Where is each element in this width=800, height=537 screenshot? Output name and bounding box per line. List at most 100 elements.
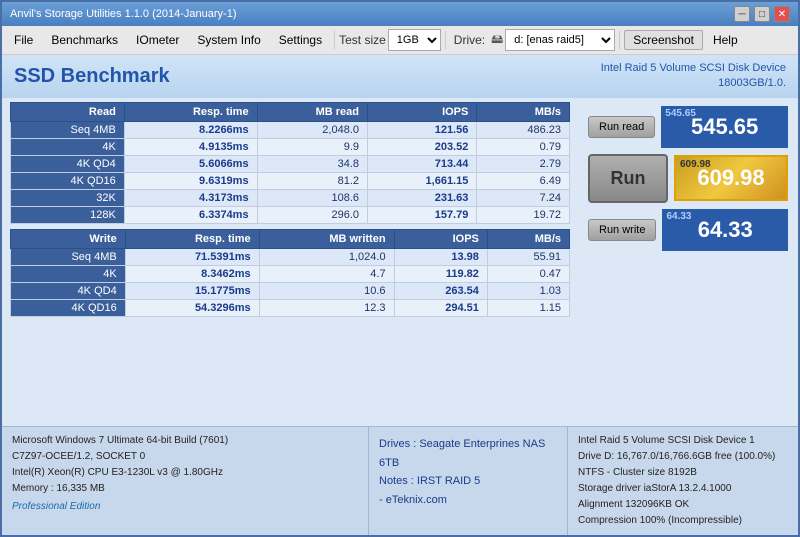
cell-value: 294.51 (394, 299, 487, 316)
drive-details: Intel Raid 5 Volume SCSI Disk Device 1 D… (568, 427, 798, 535)
drive-label: Drive: (450, 31, 489, 49)
table-row: 32K 4.3173ms 108.6 231.63 7.24 (11, 189, 570, 206)
table-row: 4K QD4 15.1775ms 10.6 263.54 1.03 (11, 282, 570, 299)
cell-value: 15.1775ms (125, 282, 259, 299)
cell-value: 7.24 (477, 189, 570, 206)
cell-value: 4.3173ms (124, 189, 257, 206)
cell-value: 55.91 (487, 248, 569, 265)
total-score-display: 609.98 609.98 (674, 155, 788, 201)
read-score-display: 545.65 545.65 (661, 106, 788, 148)
cell-value: 6.49 (477, 172, 570, 189)
run-write-button[interactable]: Run write (588, 219, 656, 241)
col-mbs-r: MB/s (477, 102, 570, 121)
cell-value: 1.03 (487, 282, 569, 299)
drive-icon: 🖴 (491, 30, 503, 51)
separator-3 (619, 31, 620, 49)
col-read: Read (11, 102, 125, 121)
cell-value: 486.23 (477, 121, 570, 138)
drive-detail-4: Storage driver iaStorA 13.2.4.1000 (578, 481, 788, 497)
content-area: SSD Benchmark Intel Raid 5 Volume SCSI D… (2, 55, 798, 535)
table-row: Seq 4MB 8.2266ms 2,048.0 121.56 486.23 (11, 121, 570, 138)
cell-value: 34.8 (257, 155, 367, 172)
cell-value: 713.44 (368, 155, 477, 172)
col-mb-written: MB written (259, 229, 394, 248)
row-label: 128K (11, 206, 125, 223)
cell-value: 12.3 (259, 299, 394, 316)
maximize-button[interactable]: □ (754, 6, 770, 22)
cell-value: 1.15 (487, 299, 569, 316)
cell-value: 54.3296ms (125, 299, 259, 316)
cell-value: 108.6 (257, 189, 367, 206)
row-label: 4K QD16 (11, 172, 125, 189)
device-line1: Intel Raid 5 Volume SCSI Disk Device (601, 61, 786, 76)
col-mbs-w: MB/s (487, 229, 569, 248)
sys-line3: Intel(R) Xeon(R) CPU E3-1230L v3 @ 1.80G… (12, 465, 358, 481)
menu-iometer[interactable]: IOmeter (128, 31, 187, 49)
cell-value: 9.6319ms (124, 172, 257, 189)
row-label: 4K (11, 265, 126, 282)
drive-detail-5: Alignment 132096KB OK (578, 497, 788, 513)
separator-1 (334, 31, 335, 49)
cell-value: 0.79 (477, 138, 570, 155)
col-iops-r: IOPS (368, 102, 477, 121)
drive-detail-2: Drive D: 16,767.0/16,766.6GB free (100.0… (578, 449, 788, 465)
row-label: Seq 4MB (11, 248, 126, 265)
cell-value: 119.82 (394, 265, 487, 282)
cell-value: 9.9 (257, 138, 367, 155)
cell-value: 81.2 (257, 172, 367, 189)
cell-value: 5.6066ms (124, 155, 257, 172)
cell-value: 231.63 (368, 189, 477, 206)
total-score-small: 609.98 (680, 159, 711, 170)
menu-help[interactable]: Help (705, 31, 746, 49)
run-read-button[interactable]: Run read (588, 116, 655, 138)
read-score-small: 545.65 (665, 108, 696, 119)
sys-line1: Microsoft Windows 7 Ultimate 64-bit Buil… (12, 433, 358, 449)
menu-system-info[interactable]: System Info (189, 31, 268, 49)
cell-value: 8.3462ms (125, 265, 259, 282)
drive-detail-3: NTFS - Cluster size 8192B (578, 465, 788, 481)
drives-notes: Drives : Seagate Enterprines NAS 6TB Not… (368, 427, 568, 535)
write-score-card: Run write 64.33 64.33 (588, 209, 788, 251)
menu-settings[interactable]: Settings (271, 31, 330, 49)
drive-select[interactable]: d: [enas raid5] (505, 29, 615, 51)
menu-benchmarks[interactable]: Benchmarks (43, 31, 126, 49)
run-button[interactable]: Run (588, 154, 668, 203)
minimize-button[interactable]: ─ (734, 6, 750, 22)
write-score-small: 64.33 (666, 211, 691, 222)
cell-value: 71.5391ms (125, 248, 259, 265)
cell-value: 263.54 (394, 282, 487, 299)
professional-edition: Professional Edition (12, 499, 358, 515)
row-label: Seq 4MB (11, 121, 125, 138)
table-row: 4K QD16 9.6319ms 81.2 1,661.15 6.49 (11, 172, 570, 189)
drive-detail-1: Intel Raid 5 Volume SCSI Disk Device 1 (578, 433, 788, 449)
write-table: Write Resp. time MB written IOPS MB/s Se… (10, 229, 570, 317)
testsize-label: Test size (339, 33, 386, 47)
read-table: Read Resp. time MB read IOPS MB/s Seq 4M… (10, 102, 570, 224)
total-score-card: Run 609.98 609.98 (588, 154, 788, 203)
window-title: Anvil's Storage Utilities 1.1.0 (2014-Ja… (10, 8, 236, 20)
sys-line2: C7Z97-OCEE/1.2, SOCKET 0 (12, 449, 358, 465)
screenshot-button[interactable]: Screenshot (624, 30, 703, 50)
ssd-header: SSD Benchmark Intel Raid 5 Volume SCSI D… (2, 55, 798, 98)
device-line2: 18003GB/1.0. (601, 76, 786, 91)
cell-value: 2,048.0 (257, 121, 367, 138)
cell-value: 157.79 (368, 206, 477, 223)
read-score-card: Run read 545.65 545.65 (588, 106, 788, 148)
sys-line4: Memory : 16,335 MB (12, 481, 358, 497)
testsize-select[interactable]: 1GB (388, 29, 441, 51)
cell-value: 1,024.0 (259, 248, 394, 265)
cell-value: 2.79 (477, 155, 570, 172)
col-write: Write (11, 229, 126, 248)
notes-label: Notes : IRST RAID 5 (379, 472, 557, 491)
bottom-bar: Microsoft Windows 7 Ultimate 64-bit Buil… (2, 426, 798, 535)
cell-value: 121.56 (368, 121, 477, 138)
cell-value: 19.72 (477, 206, 570, 223)
table-row: 4K 8.3462ms 4.7 119.82 0.47 (11, 265, 570, 282)
drive-detail-6: Compression 100% (Incompressible) (578, 513, 788, 529)
menu-file[interactable]: File (6, 31, 41, 49)
table-row: 4K 4.9135ms 9.9 203.52 0.79 (11, 138, 570, 155)
cell-value: 6.3374ms (124, 206, 257, 223)
close-button[interactable]: ✕ (774, 6, 790, 22)
write-score-value: 64.33 (698, 217, 753, 242)
cell-value: 0.47 (487, 265, 569, 282)
